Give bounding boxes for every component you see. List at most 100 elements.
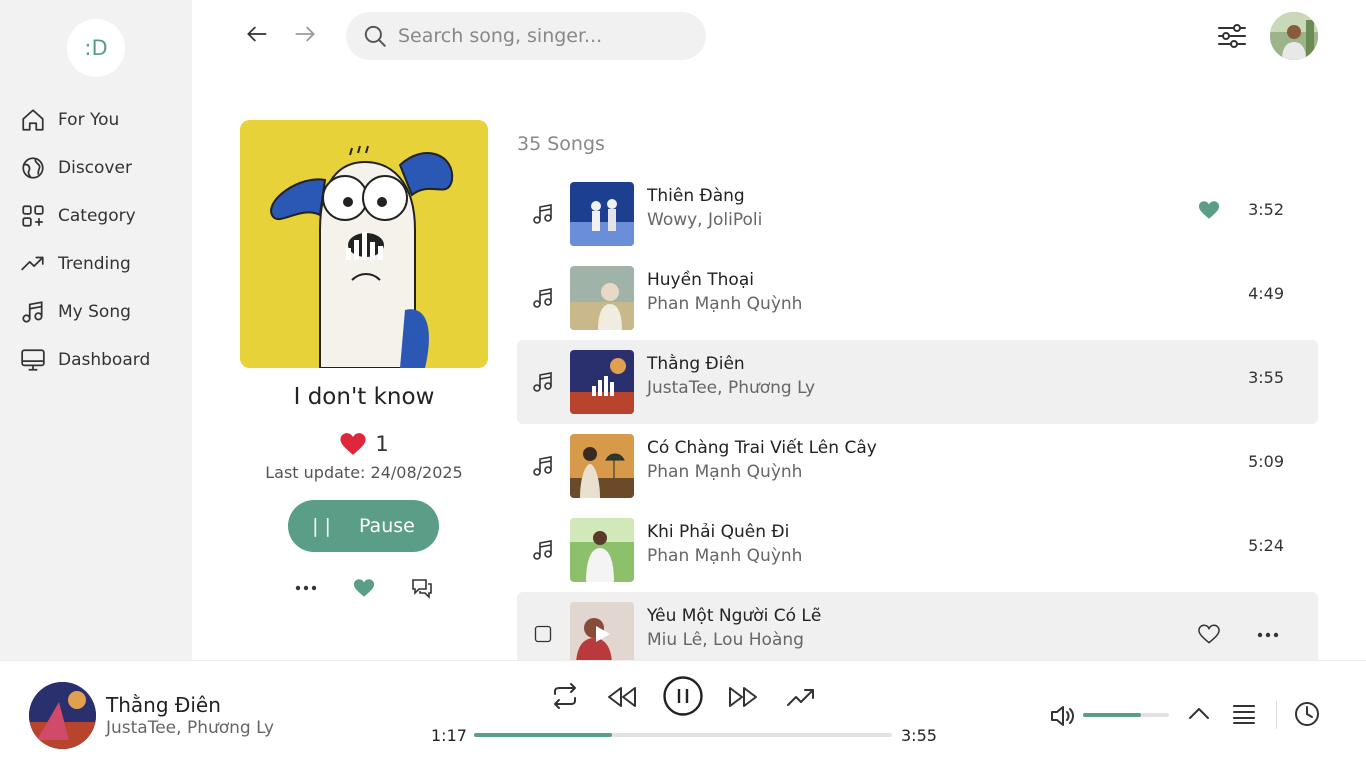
song-row[interactable]: Khi Phải Quên Đi Phan Mạnh Quỳnh 5:24 bbox=[517, 508, 1318, 592]
heart-outline-icon[interactable] bbox=[1198, 624, 1220, 644]
song-thumbnail bbox=[570, 182, 634, 246]
sidebar-item-dashboard[interactable]: Dashboard bbox=[20, 336, 150, 384]
settings-sliders-icon[interactable] bbox=[1217, 22, 1247, 50]
volume-slider[interactable] bbox=[1083, 713, 1169, 717]
song-title: Có Chàng Trai Viết Lên Cây bbox=[647, 438, 877, 458]
progress-fill bbox=[474, 733, 612, 737]
heart-filled-icon bbox=[353, 579, 375, 597]
comments-icon bbox=[412, 579, 432, 599]
comments-button[interactable] bbox=[409, 575, 435, 601]
song-artist: Wowy, JoliPoli bbox=[647, 210, 763, 230]
sidebar-item-trending[interactable]: Trending bbox=[20, 240, 150, 288]
app-logo[interactable]: :D bbox=[67, 19, 125, 77]
sidebar-item-label: Discover bbox=[58, 158, 132, 178]
pause-label: Pause bbox=[358, 515, 415, 537]
sidebar-item-label: For You bbox=[58, 110, 120, 130]
song-row[interactable]: Thiên Đàng Wowy, JoliPoli 3:52 bbox=[517, 172, 1318, 256]
song-artist: Phan Mạnh Quỳnh bbox=[647, 462, 803, 482]
repeat-icon[interactable] bbox=[549, 681, 581, 711]
song-thumbnail bbox=[570, 434, 634, 498]
song-title: Huyền Thoại bbox=[647, 270, 754, 290]
user-avatar[interactable] bbox=[1270, 12, 1318, 60]
song-artist: JustaTee, Phương Ly bbox=[647, 378, 816, 398]
sidebar-nav: For You Discover Category Trending My So… bbox=[20, 96, 150, 384]
current-time: 1:17 bbox=[431, 726, 467, 745]
player-bar: Thằng Điên JustaTee, Phương Ly 1:17 3:55 bbox=[0, 660, 1366, 768]
song-title: Khi Phải Quên Đi bbox=[647, 522, 790, 542]
music-note-icon bbox=[533, 540, 552, 560]
sidebar-item-discover[interactable]: Discover bbox=[20, 144, 150, 192]
clock-icon[interactable] bbox=[1294, 701, 1320, 727]
globe-icon bbox=[22, 157, 44, 179]
music-note-icon bbox=[22, 301, 43, 323]
song-duration: 3:52 bbox=[1248, 200, 1284, 219]
last-update-text: Last update: 24/08/2025 bbox=[265, 463, 463, 482]
search-bar bbox=[346, 12, 706, 60]
music-note-icon bbox=[533, 456, 552, 476]
music-note-icon bbox=[533, 204, 552, 224]
song-title: Yêu Một Người Có Lẽ bbox=[647, 606, 822, 626]
more-options-button[interactable] bbox=[293, 575, 319, 601]
song-row-hovered[interactable]: Yêu Một Người Có Lẽ Miu Lê, Lou Hoàng bbox=[517, 592, 1318, 660]
heart-filled-icon[interactable] bbox=[339, 432, 367, 456]
songs-count: 35 Songs bbox=[517, 133, 605, 155]
total-time: 3:55 bbox=[901, 726, 937, 745]
dog-illustration bbox=[240, 120, 488, 368]
search-input[interactable] bbox=[398, 25, 688, 47]
favorite-button[interactable] bbox=[351, 575, 377, 601]
music-note-icon bbox=[533, 288, 552, 308]
sidebar-item-label: Dashboard bbox=[58, 350, 151, 370]
chevron-up-icon[interactable] bbox=[1187, 705, 1211, 721]
checkbox-icon[interactable] bbox=[533, 624, 553, 644]
back-arrow-icon[interactable] bbox=[244, 21, 270, 47]
queue-list-icon[interactable] bbox=[1232, 703, 1256, 725]
likes-count: 1 bbox=[375, 432, 389, 456]
pause-button[interactable]: || Pause bbox=[288, 500, 439, 552]
logo-text: :D bbox=[84, 36, 108, 60]
song-artist: Miu Lê, Lou Hoàng bbox=[647, 630, 804, 650]
sidebar-item-my-song[interactable]: My Song bbox=[20, 288, 150, 336]
pause-circle-icon[interactable] bbox=[662, 675, 704, 717]
album-title: I don't know bbox=[293, 384, 435, 410]
progress-bar[interactable] bbox=[474, 733, 892, 737]
pause-icon: || bbox=[312, 515, 337, 537]
monitor-icon bbox=[21, 349, 45, 371]
album-cover bbox=[240, 120, 488, 368]
search-icon bbox=[364, 25, 386, 47]
home-icon bbox=[22, 109, 44, 131]
category-grid-icon bbox=[22, 205, 44, 227]
sidebar-item-category[interactable]: Category bbox=[20, 192, 150, 240]
heart-filled-icon[interactable] bbox=[1198, 200, 1220, 220]
volume-fill bbox=[1083, 713, 1141, 717]
music-note-icon bbox=[533, 372, 552, 392]
song-thumbnail bbox=[570, 266, 634, 330]
song-thumbnail bbox=[570, 602, 634, 660]
song-thumbnail bbox=[570, 350, 634, 414]
now-playing-artist: JustaTee, Phương Ly bbox=[106, 718, 275, 738]
sidebar-item-label: Category bbox=[58, 206, 136, 226]
trending-icon[interactable] bbox=[785, 683, 817, 711]
song-row[interactable]: Có Chàng Trai Viết Lên Cây Phan Mạnh Quỳ… bbox=[517, 424, 1318, 508]
divider bbox=[1276, 701, 1277, 729]
sidebar-item-for-you[interactable]: For You bbox=[20, 96, 150, 144]
song-title: Thằng Điên bbox=[647, 354, 745, 374]
song-duration: 3:55 bbox=[1248, 368, 1284, 387]
sidebar: :D For You Discover Category Trending My… bbox=[0, 0, 192, 660]
volume-icon[interactable] bbox=[1049, 703, 1077, 729]
fast-forward-icon[interactable] bbox=[726, 685, 760, 709]
sidebar-item-label: Trending bbox=[58, 254, 131, 274]
song-duration: 4:49 bbox=[1248, 284, 1284, 303]
song-thumbnail bbox=[570, 518, 634, 582]
more-dots-icon bbox=[295, 585, 317, 591]
song-artist: Phan Mạnh Quỳnh bbox=[647, 546, 803, 566]
more-dots-icon[interactable] bbox=[1257, 632, 1279, 638]
forward-arrow-icon[interactable] bbox=[292, 21, 318, 47]
rewind-icon[interactable] bbox=[605, 685, 639, 709]
song-row[interactable]: Huyền Thoại Phan Mạnh Quỳnh 4:49 bbox=[517, 256, 1318, 340]
trending-icon bbox=[21, 256, 44, 271]
sidebar-item-label: My Song bbox=[58, 302, 131, 322]
now-playing-art bbox=[29, 682, 96, 749]
user-photo bbox=[1270, 12, 1318, 60]
now-playing-title: Thằng Điên bbox=[106, 693, 221, 717]
song-row-active[interactable]: Thằng Điên JustaTee, Phương Ly 3:55 bbox=[517, 340, 1318, 424]
